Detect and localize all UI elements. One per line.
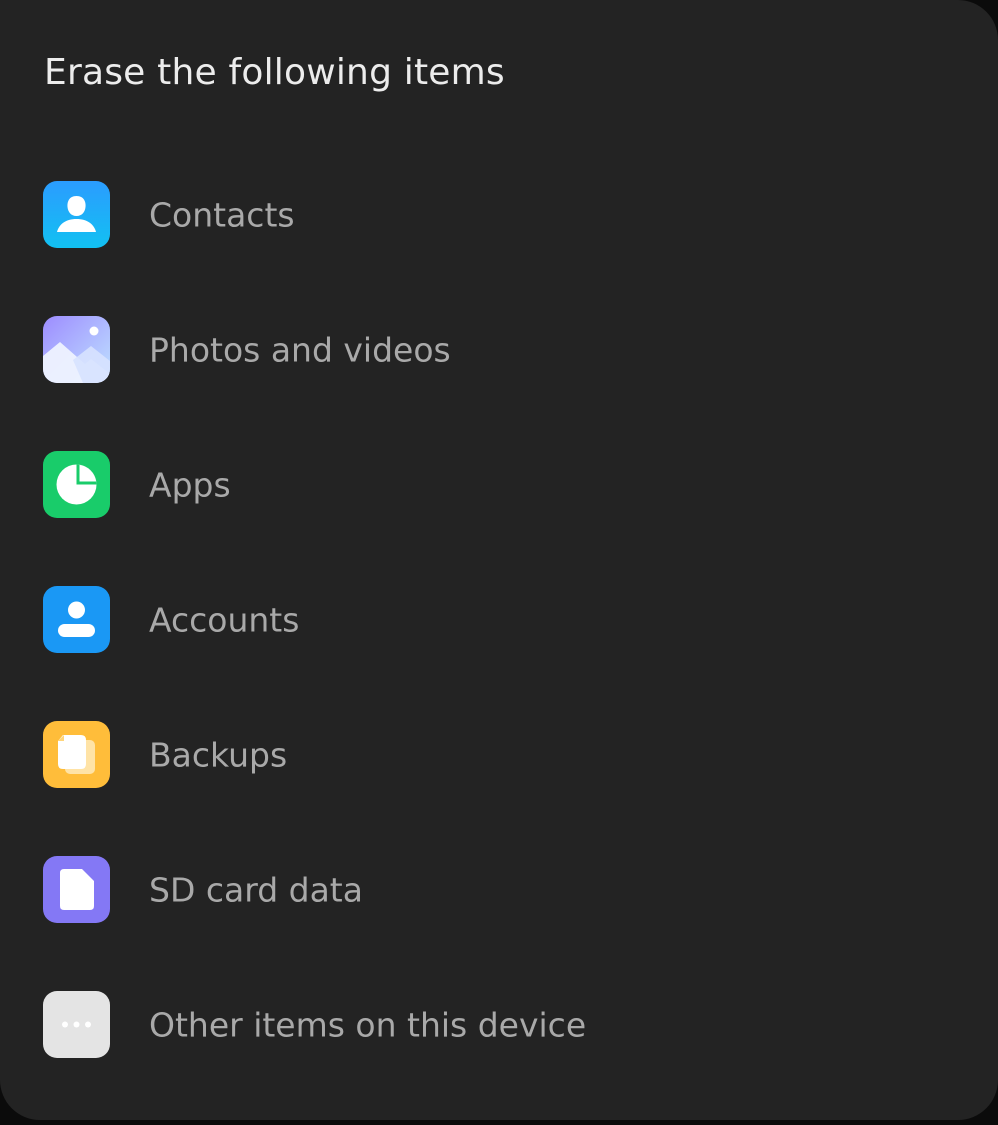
list-item-backups: Backups <box>43 721 943 788</box>
gallery-icon <box>43 316 110 383</box>
list-item-photos-and-videos: Photos and videos <box>43 316 943 383</box>
list-item-accounts: Accounts <box>43 586 943 653</box>
apps-pie-icon <box>43 451 110 518</box>
item-label: Other items on this device <box>149 1005 587 1044</box>
item-label: Backups <box>149 735 288 774</box>
list-item-contacts: Contacts <box>43 181 943 248</box>
backup-icon <box>43 721 110 788</box>
more-dots-icon <box>43 991 110 1058</box>
dialog-title: Erase the following items <box>44 52 505 93</box>
erase-dialog: Erase the following items Contacts Photo… <box>0 0 998 1120</box>
contacts-icon <box>43 181 110 248</box>
item-label: Accounts <box>149 600 300 639</box>
account-icon <box>43 586 110 653</box>
list-item-apps: Apps <box>43 451 943 518</box>
document-icon <box>43 856 110 923</box>
item-label: Contacts <box>149 195 295 234</box>
item-label: SD card data <box>149 870 363 909</box>
item-label: Photos and videos <box>149 330 451 369</box>
list-item-sd-card-data: SD card data <box>43 856 943 923</box>
list-item-other-items: Other items on this device <box>43 991 943 1058</box>
item-label: Apps <box>149 465 231 504</box>
